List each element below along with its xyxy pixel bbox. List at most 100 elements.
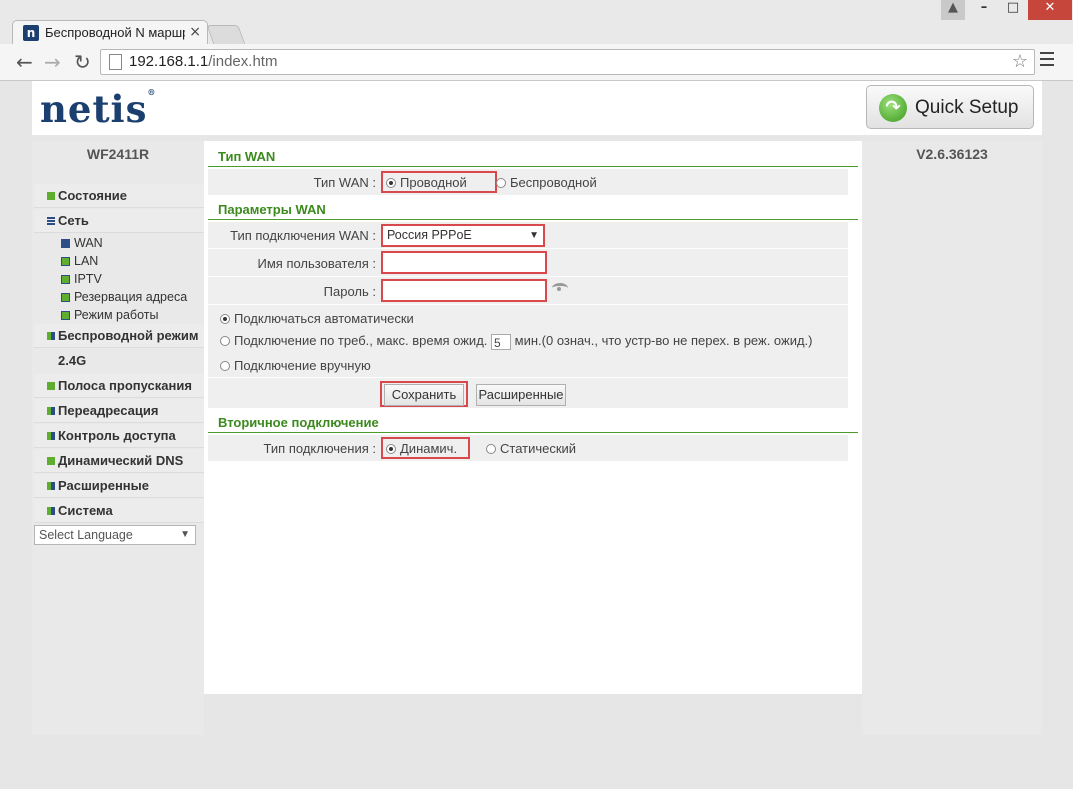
- radio-selected-icon: [386, 444, 396, 454]
- sidebar-subitem-lan[interactable]: LAN: [60, 252, 98, 270]
- browser-titlebar: n Беспроводной N маршру × ▲ – □ ✕: [0, 0, 1073, 45]
- sidebar-item-bandwidth[interactable]: Полоса пропускания: [34, 374, 204, 398]
- green-square-icon: [61, 293, 70, 302]
- radio-dynamic-label: Динамич.: [400, 441, 458, 456]
- radio-on-demand-label: Подключение по треб., макс. время ожид.: [234, 333, 488, 348]
- password-row: Пароль :: [208, 277, 848, 305]
- radio-empty-icon: [486, 444, 496, 454]
- browser-menu-icon[interactable]: [1040, 52, 1054, 70]
- password-input[interactable]: [381, 279, 547, 302]
- maximize-button[interactable]: □: [999, 0, 1027, 20]
- radio-empty-icon: [220, 336, 230, 346]
- back-arrow-icon[interactable]: ←: [16, 50, 33, 74]
- firmware-version: V2.6.36123: [916, 146, 988, 162]
- sidebar-item-access-control[interactable]: Контроль доступа: [34, 424, 204, 448]
- radio-wireless[interactable]: Беспроводной: [496, 175, 597, 190]
- radio-connect-manual[interactable]: Подключение вручную: [220, 358, 371, 373]
- sidebar-item-label: Система: [58, 503, 113, 518]
- username-input[interactable]: [381, 251, 547, 274]
- language-select[interactable]: Select Language ▼: [34, 525, 196, 545]
- advanced-button[interactable]: Расширенные: [476, 384, 566, 406]
- netis-favicon-icon: n: [23, 25, 39, 41]
- radio-dynamic[interactable]: Динамич.: [386, 441, 457, 456]
- show-password-eye-icon[interactable]: [552, 283, 568, 293]
- sidebar-subitem-operation-mode[interactable]: Режим работы: [60, 306, 158, 324]
- tab-title: Беспроводной N маршру: [45, 25, 185, 40]
- green-square-icon: [47, 457, 55, 465]
- new-tab-button[interactable]: [206, 25, 246, 45]
- netis-logo: netis®: [40, 87, 156, 131]
- conn-type-label: Тип подключения WAN :: [230, 228, 376, 243]
- wan-type-label: Тип WAN :: [313, 175, 376, 190]
- language-select-value: Select Language: [39, 528, 133, 542]
- green-square-icon: [61, 275, 70, 284]
- url-host: 192.168.1.1: [129, 53, 209, 70]
- username-row: Имя пользователя :: [208, 249, 848, 277]
- active-square-icon: [61, 239, 70, 248]
- reload-icon[interactable]: ↻: [74, 50, 91, 74]
- username-label: Имя пользователя :: [257, 256, 376, 271]
- radio-empty-icon: [496, 178, 506, 188]
- sidebar-item-status[interactable]: Состояние: [34, 184, 204, 208]
- minimize-button[interactable]: –: [970, 0, 998, 20]
- section-title-wan-type: Тип WAN: [208, 149, 858, 167]
- idle-time-input[interactable]: 5: [491, 333, 512, 350]
- multi-square-icon: [47, 482, 55, 490]
- sidebar-item-ddns[interactable]: Динамический DNS: [34, 449, 204, 473]
- tab-close-icon[interactable]: ×: [189, 24, 201, 40]
- dropdown-arrow-icon: ▼: [180, 529, 190, 540]
- multi-square-icon: [47, 332, 55, 340]
- section-title-wan-params: Параметры WAN: [208, 202, 858, 220]
- radio-empty-icon: [220, 361, 230, 371]
- radio-wired-label: Проводной: [400, 175, 467, 190]
- radio-wired[interactable]: Проводной: [386, 175, 467, 190]
- sidebar-item-label: Динамический DNS: [58, 453, 184, 468]
- model-name: WF2411R: [86, 146, 150, 162]
- sidebar-item-network[interactable]: Сеть: [34, 209, 204, 233]
- sidebar-item-system[interactable]: Система: [34, 499, 204, 523]
- radio-static-label: Статический: [500, 441, 577, 456]
- radio-wireless-label: Беспроводной: [510, 175, 597, 190]
- bookmark-star-icon[interactable]: ☆: [1012, 51, 1028, 72]
- sidebar-subitem-address-reservation[interactable]: Резервация адреса: [60, 288, 187, 306]
- sidebar-band-label[interactable]: 2.4G: [58, 353, 86, 368]
- sidebar-item-label: Полоса пропускания: [58, 378, 192, 393]
- quick-setup-button[interactable]: ↷ Quick Setup: [866, 85, 1034, 129]
- radio-selected-icon: [220, 314, 230, 324]
- sidebar-item-label: Беспроводной режим: [58, 328, 199, 343]
- address-bar[interactable]: 192.168.1.1/index.htm ☆: [100, 49, 1035, 75]
- green-square-icon: [61, 257, 70, 266]
- radio-on-demand-suffix: мин.(0 означ., что устр-во не перех. в р…: [514, 333, 813, 348]
- conn-type-select[interactable]: Россия PPPoE ▼: [381, 224, 545, 247]
- page-header: netis® ↷ Quick Setup: [32, 81, 1042, 135]
- close-window-button[interactable]: ✕: [1028, 0, 1072, 20]
- forward-arrow-icon[interactable]: →: [44, 50, 61, 74]
- radio-connect-auto[interactable]: Подключаться автоматически: [220, 311, 414, 326]
- green-square-icon: [61, 311, 70, 320]
- secondary-conn-row: Тип подключения : Динамич. Статический: [208, 435, 848, 462]
- subitem-label: IPTV: [74, 272, 102, 286]
- save-button[interactable]: Сохранить: [384, 384, 464, 406]
- password-label: Пароль :: [323, 284, 376, 299]
- sidebar-item-advanced[interactable]: Расширенные: [34, 474, 204, 498]
- conn-type-value: Россия PPPoE: [387, 228, 472, 242]
- user-icon[interactable]: ▲: [941, 0, 965, 20]
- green-square-icon: [47, 192, 55, 200]
- multi-square-icon: [47, 432, 55, 440]
- multi-square-icon: [47, 407, 55, 415]
- radio-connect-auto-label: Подключаться автоматически: [234, 311, 414, 326]
- connection-mode-row: Подключаться автоматически Подключение п…: [208, 305, 848, 378]
- sidebar: WF2411R Состояние Сеть WAN LAN IPTV Резе…: [32, 141, 204, 735]
- sidebar-item-label: Расширенные: [58, 478, 149, 493]
- sidebar-item-wireless[interactable]: Беспроводной режим: [34, 324, 204, 348]
- browser-toolbar: ← → ↻ 192.168.1.1/index.htm ☆: [0, 44, 1073, 81]
- browser-tab[interactable]: n Беспроводной N маршру ×: [12, 20, 208, 44]
- radio-static[interactable]: Статический: [486, 441, 576, 456]
- radio-connect-manual-label: Подключение вручную: [234, 358, 371, 373]
- sidebar-item-label: Сеть: [58, 213, 89, 228]
- sidebar-subitem-wan[interactable]: WAN: [60, 234, 103, 252]
- radio-connect-on-demand[interactable]: Подключение по треб., макс. время ожид. …: [220, 333, 813, 350]
- sidebar-item-forwarding[interactable]: Переадресация: [34, 399, 204, 423]
- sidebar-item-label: Состояние: [58, 188, 128, 203]
- sidebar-subitem-iptv[interactable]: IPTV: [60, 270, 102, 288]
